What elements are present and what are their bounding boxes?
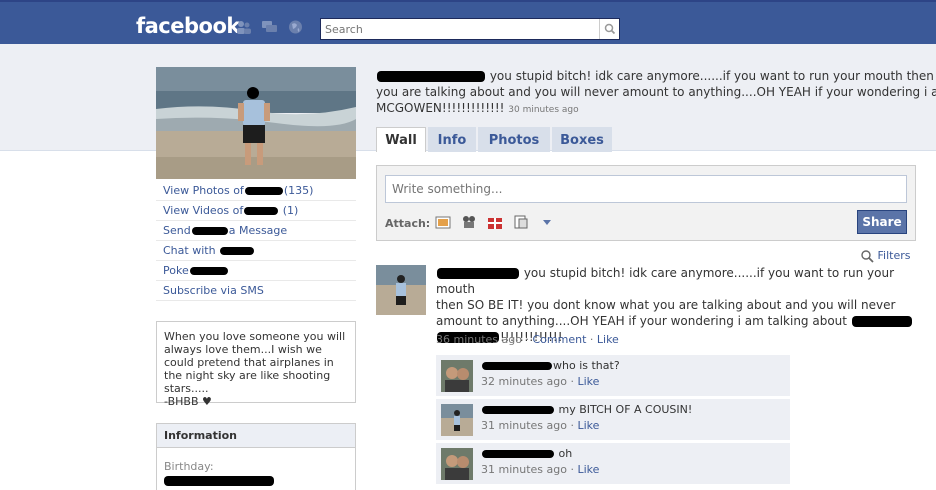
attach-label: Attach:: [385, 217, 431, 230]
avatar: [376, 265, 426, 315]
profile-status: you stupid bitch! idk care anymore......…: [376, 69, 936, 115]
poke-link[interactable]: Poke: [156, 261, 356, 281]
wall-composer: Attach: Share: [376, 165, 916, 241]
search-button[interactable]: [599, 19, 619, 39]
comment-like-link[interactable]: Like: [577, 463, 599, 476]
notifications-globe-icon[interactable]: [288, 20, 303, 34]
view-videos-link[interactable]: View Videos of (1): [156, 201, 356, 221]
profile-picture[interactable]: [156, 67, 356, 179]
tab-photos[interactable]: Photos: [478, 127, 550, 152]
redaction: [437, 268, 519, 279]
comment: oh 31 minutes ago · Like: [436, 443, 790, 485]
search-input[interactable]: [321, 19, 599, 39]
more-attachments-chevron-icon[interactable]: [539, 214, 555, 230]
subscribe-sms-link[interactable]: Subscribe via SMS: [156, 281, 356, 301]
send-message-link[interactable]: Send a Message: [156, 221, 356, 241]
redaction: [244, 207, 279, 215]
commenter-avatar[interactable]: [441, 404, 473, 436]
redaction: [377, 71, 485, 82]
redaction: [220, 247, 255, 255]
comment: my BITCH OF A COUSIN! 31 minutes ago · L…: [436, 399, 790, 441]
commenter-avatar[interactable]: [441, 448, 473, 480]
comment-text: my BITCH OF A COUSIN!: [558, 403, 693, 416]
comment-timestamp: 31 minutes ago: [481, 463, 567, 476]
commenter-avatar[interactable]: [441, 360, 473, 392]
redaction: [851, 316, 912, 327]
write-something-input[interactable]: [385, 175, 907, 203]
friend-requests-icon[interactable]: [236, 20, 251, 34]
status-timestamp: 30 minutes ago: [508, 105, 579, 115]
comment-timestamp: 32 minutes ago: [481, 375, 567, 388]
redaction: [482, 406, 554, 414]
redaction: [164, 476, 274, 486]
comment-timestamp: 31 minutes ago: [481, 419, 567, 432]
share-button[interactable]: Share: [857, 210, 907, 234]
wall-post-meta: 36 minutes ago · Comment · Like: [436, 333, 619, 346]
comment: who is that? 32 minutes ago · Like: [436, 355, 790, 397]
messages-icon[interactable]: [262, 20, 277, 34]
bio-signature: -BHBB ♥: [164, 395, 212, 408]
chat-link[interactable]: Chat with: [156, 241, 356, 261]
redaction: [482, 362, 552, 370]
like-link[interactable]: Like: [597, 333, 619, 346]
comment-link[interactable]: Comment: [532, 333, 586, 346]
link-attach-icon[interactable]: [513, 214, 529, 230]
redaction: [191, 227, 228, 235]
beach-photo: [156, 67, 356, 179]
search-icon: [604, 23, 616, 35]
avatar: [441, 404, 473, 436]
tab-boxes[interactable]: Boxes: [552, 127, 612, 152]
tab-info[interactable]: Info: [428, 127, 476, 152]
redaction: [482, 450, 554, 458]
comment-like-link[interactable]: Like: [577, 419, 599, 432]
post-timestamp: 36 minutes ago: [436, 333, 522, 346]
information-heading: Information: [157, 424, 355, 448]
avatar: [441, 360, 473, 392]
information-box: Information Birthday:: [156, 423, 356, 490]
search-box[interactable]: [320, 18, 620, 40]
video-attach-icon[interactable]: [461, 214, 477, 230]
comment-like-link[interactable]: Like: [577, 375, 599, 388]
magnifier-icon: [861, 250, 874, 263]
avatar: [441, 448, 473, 480]
facebook-logo[interactable]: facebook: [136, 14, 240, 38]
tab-wall[interactable]: Wall: [376, 127, 426, 152]
story-author-avatar[interactable]: [376, 265, 426, 315]
gift-attach-icon[interactable]: [487, 214, 503, 230]
comment-text: who is that?: [553, 359, 620, 372]
redaction: [244, 187, 283, 195]
comment-text: oh: [558, 447, 573, 460]
profile-actions: View Photos of (135) View Videos of (1) S…: [156, 181, 356, 301]
bio-box: When you love someone you will always lo…: [156, 321, 356, 408]
birthday-label: Birthday:: [164, 460, 214, 473]
photo-attach-icon[interactable]: [435, 214, 451, 230]
view-photos-link[interactable]: View Photos of (135): [156, 181, 356, 201]
filters-link[interactable]: Filters: [860, 249, 910, 263]
bio-text: When you love someone you will always lo…: [164, 330, 346, 395]
redaction: [189, 267, 228, 275]
